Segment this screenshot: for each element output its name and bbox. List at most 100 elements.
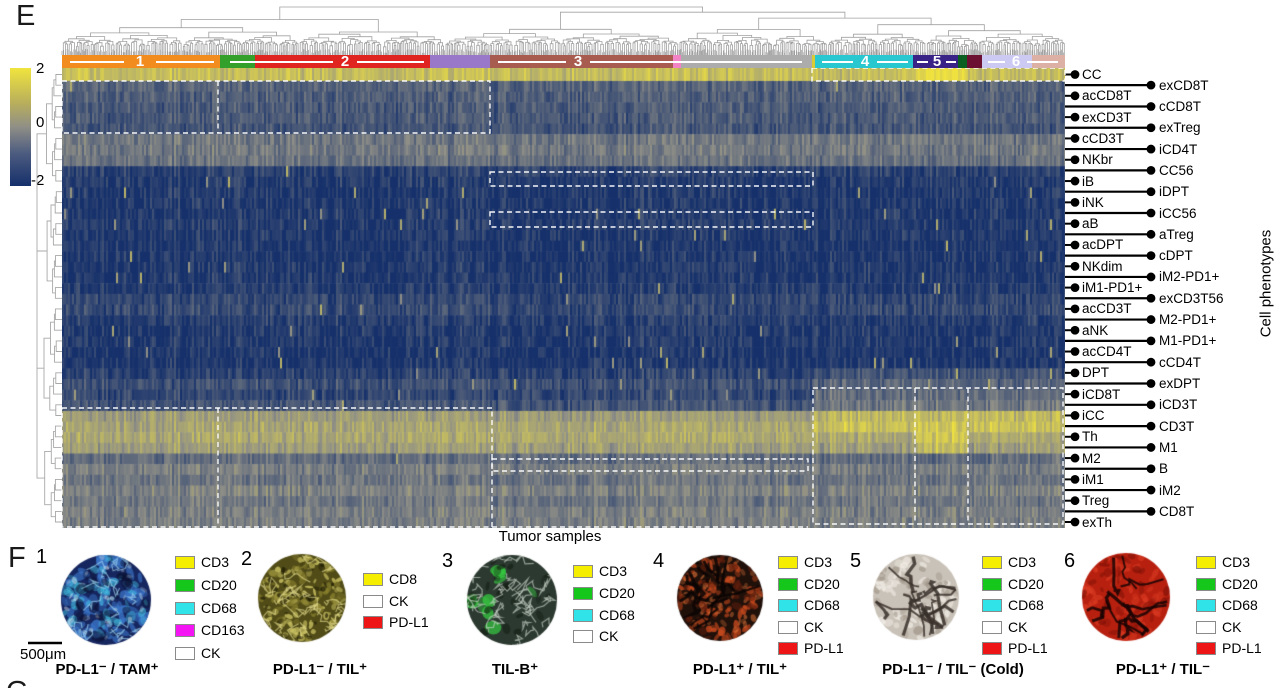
marker-label-PD-L1: PD-L1 [389,615,429,630]
marker-swatch-PD-L1 [778,642,798,655]
row-label-iB: iB [1082,174,1094,189]
marker-swatch-CD68 [982,599,1002,612]
marker-swatch-CD3 [175,556,195,569]
core-classification-2: PD-L1⁻ / TIL⁺ [273,660,367,678]
marker-label-CK: CK [599,629,618,644]
marker-label-CD3: CD3 [599,564,627,579]
row-label-DPT: DPT [1082,365,1109,380]
cluster-number-5: 5 [933,54,941,69]
row-label-aNK: aNK [1082,323,1108,338]
core-number-4: 4 [653,550,664,573]
row-label-M1: M1 [1159,440,1178,455]
cluster-number-2: 2 [341,54,349,69]
marker-swatch-CD3 [573,565,593,578]
marker-label-CD20: CD20 [804,577,840,592]
marker-label-CD20: CD20 [1008,577,1044,592]
row-label-exCD3T56: exCD3T56 [1159,291,1224,306]
core-classification-1: PD-L1⁻ / TAM⁺ [55,660,158,678]
scale-bar-label: 500μm [20,646,66,663]
cluster-line [590,61,802,63]
row-label-iCD3T: iCD3T [1159,397,1197,412]
marker-label-CD3: CD3 [804,555,832,570]
heatmap-y-label: Cell phenotypes [1258,214,1275,354]
marker-swatch-CD20 [175,579,195,592]
cluster-number-6: 6 [1012,54,1020,69]
row-label-M2: M2 [1082,451,1101,466]
cluster-number-3: 3 [574,54,582,69]
core-number-2: 2 [241,548,252,571]
row-label-iCD8T: iCD8T [1082,387,1120,402]
marker-swatch-CD68 [778,599,798,612]
cluster-bar-segment [967,55,982,68]
core-classification-5: PD-L1⁻ / TIL⁻ (Cold) [882,660,1024,678]
marker-swatch-CD20 [982,578,1002,591]
tumor-core-image-2 [257,553,347,643]
row-label-acCD4T: acCD4T [1082,344,1132,359]
cluster-line [156,61,214,63]
row-label-B: B [1159,461,1168,476]
core-classification-3: TIL-B⁺ [492,660,538,678]
marker-swatch-CD20 [573,587,593,600]
tumor-core-image-3 [466,554,558,646]
tumor-core-image-4 [676,554,764,642]
row-label-acCD3T: acCD3T [1082,301,1132,316]
row-label-cCD3T: cCD3T [1082,131,1124,146]
marker-swatch-PD-L1 [1196,642,1216,655]
row-label-cCD4T: cCD4T [1159,355,1201,370]
marker-label-CD3: CD3 [1008,555,1036,570]
marker-label-CK: CK [1222,620,1241,635]
marker-swatch-CK [363,595,383,608]
marker-label-PD-L1: PD-L1 [804,641,844,656]
cluster-number-1: 1 [136,54,144,69]
row-label-exTh: exTh [1082,515,1112,530]
row-label-iCC: iCC [1082,408,1105,423]
core-number-1: 1 [36,546,47,569]
marker-label-CD3: CD3 [1222,555,1250,570]
row-label-CD8T: CD8T [1159,504,1194,519]
panel-g-label: G [6,676,29,688]
cluster-line [230,61,333,63]
core-number-5: 5 [850,550,861,573]
marker-swatch-CD8 [363,573,383,586]
row-label-exDPT: exDPT [1159,376,1200,391]
core-number-6: 6 [1064,550,1075,573]
marker-swatch-PD-L1 [982,642,1002,655]
row-label-exTreg: exTreg [1159,120,1201,135]
marker-swatch-CD68 [175,602,195,615]
marker-swatch-CK [1196,621,1216,634]
marker-label-CD68: CD68 [599,608,635,623]
colorbar-tick-high: 2 [36,60,44,77]
row-label-CC: CC [1082,67,1102,82]
cluster-line [822,61,853,63]
marker-label-CD20: CD20 [1222,577,1258,592]
cluster-line [877,61,908,63]
marker-label-CD20: CD20 [201,578,237,593]
marker-label-PD-L1: PD-L1 [1222,641,1262,656]
marker-label-CD68: CD68 [804,598,840,613]
marker-label-CD8: CD8 [389,572,417,587]
marker-swatch-CD20 [1196,578,1216,591]
tumor-core-image-5 [872,553,960,641]
marker-label-CD3: CD3 [201,555,229,570]
row-label-iDPT: iDPT [1159,184,1189,199]
core-classification-6: PD-L1⁺ / TIL⁻ [1116,660,1210,678]
heatmap-colorbar [10,68,31,186]
heatmap-canvas [62,68,1065,528]
marker-label-CK: CK [389,594,408,609]
core-number-3: 3 [442,550,453,573]
cluster-line [917,61,928,63]
cluster-line [1027,61,1058,63]
row-label-Treg: Treg [1082,493,1109,508]
marker-swatch-CD3 [778,556,798,569]
marker-swatch-CD3 [982,556,1002,569]
row-label-iM2: iM2 [1159,483,1181,498]
tumor-core-image-6 [1081,552,1171,642]
row-label-iM2-PD1+: iM2-PD1+ [1159,269,1219,284]
cluster-line [357,61,424,63]
row-label-NKbr: NKbr [1082,152,1113,167]
row-label-iM1: iM1 [1082,472,1104,487]
cluster-bar-segment [430,55,490,68]
cluster-line [946,61,956,63]
marker-label-PD-L1: PD-L1 [1008,641,1048,656]
marker-swatch-CD68 [573,609,593,622]
